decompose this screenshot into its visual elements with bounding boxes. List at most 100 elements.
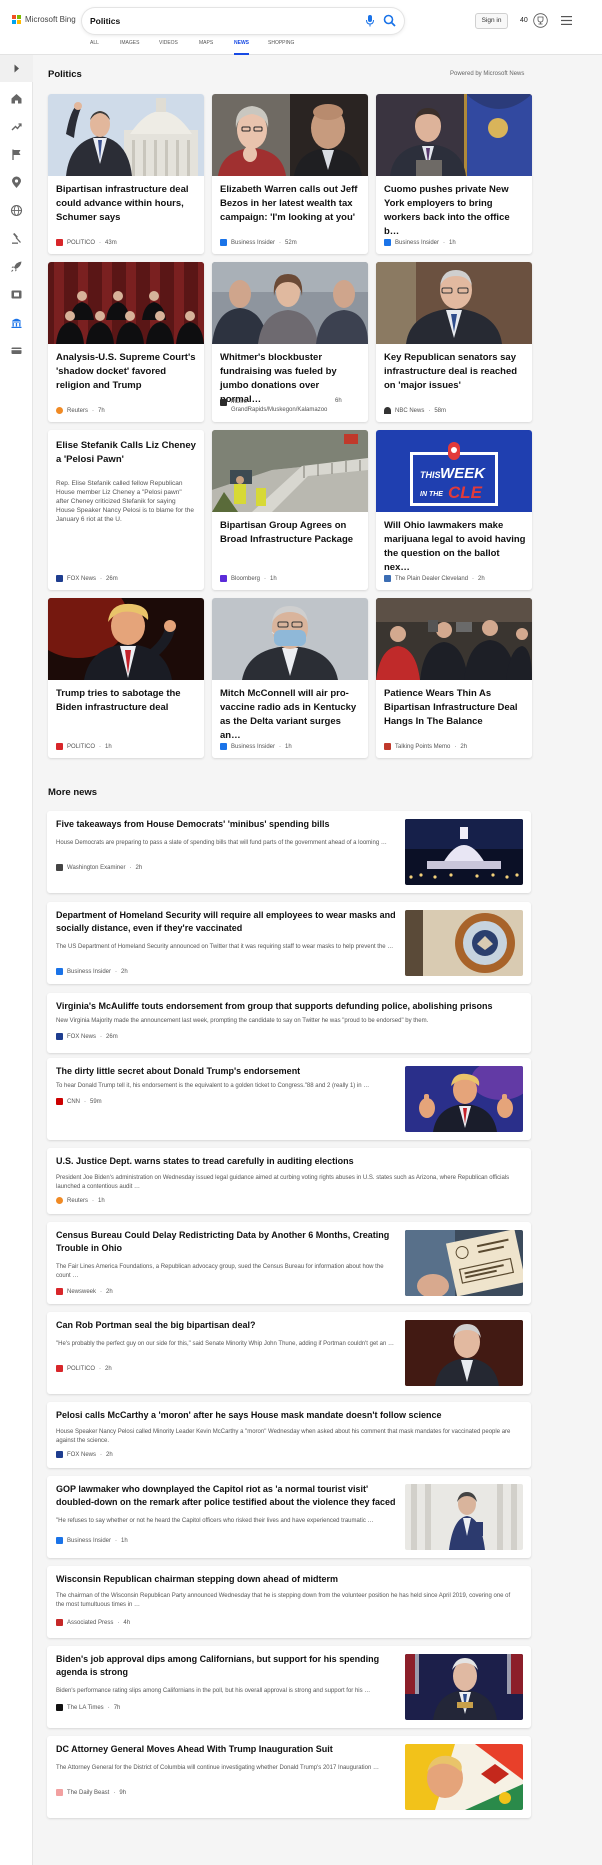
news-item-title[interactable]: Pelosi calls McCarthy a 'moron' after he… xyxy=(56,1409,516,1422)
news-list-item[interactable]: Department of Homeland Security will req… xyxy=(47,902,531,984)
home-icon[interactable] xyxy=(10,92,23,105)
news-card-title[interactable]: Bipartisan Group Agrees on Broad Infrast… xyxy=(220,519,362,547)
tab-images[interactable]: IMAGES xyxy=(120,40,139,55)
news-item-thumbnail[interactable] xyxy=(405,1484,523,1550)
expand-arrow-icon[interactable] xyxy=(10,62,23,75)
bing-logo[interactable]: Microsoft Bing xyxy=(12,15,76,24)
news-item-description: "He refuses to say whether or not he hea… xyxy=(56,1518,374,1524)
news-item-title[interactable]: Virginia's McAuliffe touts endorsement f… xyxy=(56,1000,516,1013)
news-card-title[interactable]: Trump tries to sabotage the Biden infras… xyxy=(56,687,198,715)
news-item-title[interactable]: Department of Homeland Security will req… xyxy=(56,909,396,935)
news-list-item[interactable]: Pelosi calls McCarthy a 'moron' after he… xyxy=(47,1402,531,1468)
news-card[interactable]: Elise Stefanik Calls Liz Cheney a 'Pelos… xyxy=(48,430,204,590)
source-dot: · xyxy=(107,1704,110,1711)
film-icon[interactable] xyxy=(10,288,23,301)
source-name: POLITICO xyxy=(67,1365,96,1372)
news-list-item[interactable]: Biden's job approval dips among Californ… xyxy=(47,1646,531,1728)
source-dot: · xyxy=(472,575,475,582)
news-item-title[interactable]: The dirty little secret about Donald Tru… xyxy=(56,1065,396,1078)
source-name: Business Insider xyxy=(231,743,276,750)
news-card-description: Rep. Elise Stefanik called fellow Republ… xyxy=(56,480,195,523)
news-list-item[interactable]: Virginia's McAuliffe touts endorsement f… xyxy=(47,993,531,1053)
tab-maps[interactable]: MAPS xyxy=(199,40,213,55)
news-item-thumbnail[interactable] xyxy=(405,910,523,976)
rewards-points[interactable]: 40 xyxy=(520,17,528,24)
news-card[interactable]: Trump tries to sabotage the Biden infras… xyxy=(48,598,204,758)
news-card-title[interactable]: Bipartisan infrastructure deal could adv… xyxy=(56,183,198,225)
news-item-title[interactable]: GOP lawmaker who downplayed the Capitol … xyxy=(56,1483,396,1509)
news-list-item[interactable]: Census Bureau Could Delay Redistricting … xyxy=(47,1222,531,1304)
location-icon[interactable] xyxy=(10,176,23,189)
tab-news[interactable]: NEWS xyxy=(234,40,249,55)
source-logo-icon xyxy=(56,1537,63,1544)
source-logo-icon xyxy=(56,407,63,414)
news-card[interactable]: Key Republican senators say infrastructu… xyxy=(376,262,532,422)
news-item-thumbnail[interactable] xyxy=(405,1654,523,1720)
scales-icon[interactable] xyxy=(10,232,23,245)
news-item-title[interactable]: Five takeaways from House Democrats' 'mi… xyxy=(56,818,396,831)
news-item-thumbnail[interactable] xyxy=(405,1230,523,1296)
tab-videos[interactable]: VIDEOS xyxy=(159,40,178,55)
news-item-description: President Joe Biden's administration on … xyxy=(56,1175,510,1190)
news-list-item[interactable]: Can Rob Portman seal the big bipartisan … xyxy=(47,1312,531,1394)
globe-icon[interactable] xyxy=(10,204,23,217)
news-card-title[interactable]: Mitch McConnell will air pro-vaccine rad… xyxy=(220,687,362,743)
source-logo-icon xyxy=(56,1098,63,1105)
news-card-title[interactable]: Analysis-U.S. Supreme Court's 'shadow do… xyxy=(56,351,198,393)
news-list-item[interactable]: The dirty little secret about Donald Tru… xyxy=(47,1058,531,1140)
news-card[interactable]: Whitmer's blockbuster fundraising was fu… xyxy=(212,262,368,422)
news-card[interactable]: Bipartisan infrastructure deal could adv… xyxy=(48,94,204,254)
news-card-source: The Plain Dealer Cleveland · 2h xyxy=(384,575,485,582)
trending-icon[interactable] xyxy=(10,120,23,133)
news-list-item[interactable]: GOP lawmaker who downplayed the Capitol … xyxy=(47,1476,531,1558)
news-list-item[interactable]: U.S. Justice Dept. warns states to tread… xyxy=(47,1148,531,1214)
news-item-thumbnail[interactable] xyxy=(405,1066,523,1132)
source-name: The Plain Dealer Cleveland xyxy=(395,575,469,582)
news-card[interactable]: Cuomo pushes private New York employers … xyxy=(376,94,532,254)
source-logo-icon xyxy=(220,239,227,246)
news-card[interactable]: Mitch McConnell will air pro-vaccine rad… xyxy=(212,598,368,758)
capitol-icon[interactable] xyxy=(10,316,23,329)
source-dot: · xyxy=(454,743,457,750)
news-card-image xyxy=(376,598,532,680)
news-card-title[interactable]: Key Republican senators say infrastructu… xyxy=(384,351,526,393)
news-list-item[interactable]: Wisconsin Republican chairman stepping d… xyxy=(47,1566,531,1638)
news-item-thumbnail[interactable] xyxy=(405,819,523,885)
tab-all[interactable]: ALL xyxy=(90,40,99,55)
news-item-title[interactable]: U.S. Justice Dept. warns states to tread… xyxy=(56,1155,516,1168)
rewards-trophy-icon[interactable] xyxy=(533,13,548,28)
source-logo-icon xyxy=(384,575,391,582)
news-item-description: The Fair Lines America Foundations, a Re… xyxy=(56,1264,384,1279)
search-input[interactable]: Politics xyxy=(90,16,120,26)
money-icon[interactable] xyxy=(10,344,23,357)
news-item-title[interactable]: Wisconsin Republican chairman stepping d… xyxy=(56,1573,516,1586)
news-list-item[interactable]: DC Attorney General Moves Ahead With Tru… xyxy=(47,1736,531,1818)
news-card-title[interactable]: Will Ohio lawmakers make marijuana legal… xyxy=(384,519,526,575)
source-dot: · xyxy=(84,1098,86,1105)
hamburger-menu-icon[interactable] xyxy=(561,16,572,25)
microphone-icon[interactable] xyxy=(365,15,375,27)
news-item-title[interactable]: Can Rob Portman seal the big bipartisan … xyxy=(56,1319,396,1332)
news-card[interactable]: Bipartisan Group Agrees on Broad Infrast… xyxy=(212,430,368,590)
flag-icon[interactable] xyxy=(10,148,23,161)
news-list-item[interactable]: Five takeaways from House Democrats' 'mi… xyxy=(47,811,531,893)
news-item-thumbnail[interactable] xyxy=(405,1320,523,1386)
news-item-thumbnail[interactable] xyxy=(405,1744,523,1810)
news-card[interactable]: Patience Wears Thin As Bipartisan Infras… xyxy=(376,598,532,758)
tab-shopping[interactable]: SHOPPING xyxy=(268,40,294,55)
news-card[interactable]: THIS WEEK IN THE CLE Will Ohio lawmakers… xyxy=(376,430,532,590)
news-card-title[interactable]: Elise Stefanik Calls Liz Cheney a 'Pelos… xyxy=(56,439,198,467)
news-item-title[interactable]: Biden's job approval dips among Californ… xyxy=(56,1653,396,1679)
rocket-icon[interactable] xyxy=(10,260,23,273)
news-item-title[interactable]: Census Bureau Could Delay Redistricting … xyxy=(56,1229,396,1255)
search-box[interactable]: Politics xyxy=(82,8,404,34)
search-icon[interactable] xyxy=(383,14,396,27)
news-card-title[interactable]: Elizabeth Warren calls out Jeff Bezos in… xyxy=(220,183,362,225)
news-item-title[interactable]: DC Attorney General Moves Ahead With Tru… xyxy=(56,1743,396,1756)
news-item-source: The Daily Beast · 9h xyxy=(56,1789,126,1796)
news-card[interactable]: Elizabeth Warren calls out Jeff Bezos in… xyxy=(212,94,368,254)
news-card-title[interactable]: Patience Wears Thin As Bipartisan Infras… xyxy=(384,687,526,729)
news-card-title[interactable]: Cuomo pushes private New York employers … xyxy=(384,183,526,239)
news-card[interactable]: Analysis-U.S. Supreme Court's 'shadow do… xyxy=(48,262,204,422)
sign-in-button[interactable]: Sign in xyxy=(475,13,508,29)
